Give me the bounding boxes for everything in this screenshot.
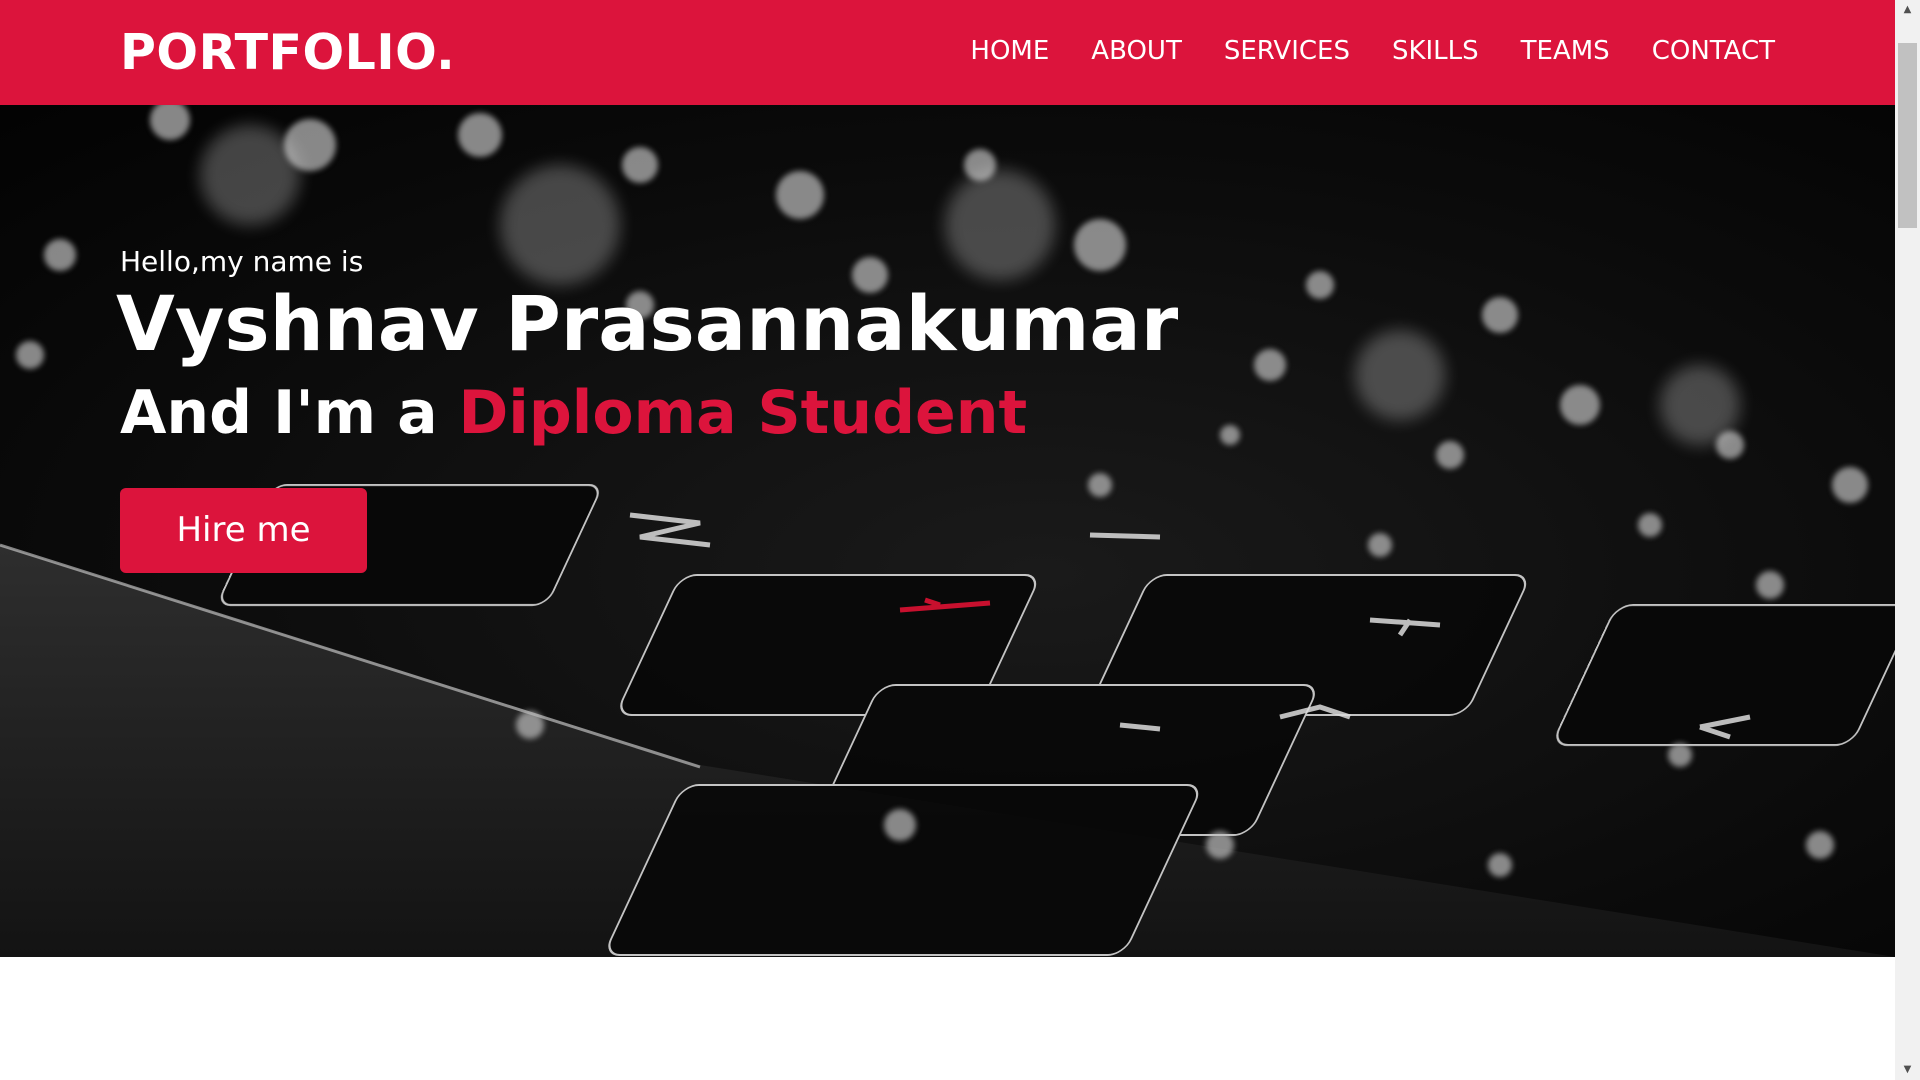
hero-greeting: Hello,my name is (120, 245, 364, 278)
hire-me-button[interactable]: Hire me (120, 487, 367, 573)
nav-item-teams: TEAMS (1521, 36, 1610, 66)
site-logo[interactable]: PORTFOLIO. (120, 24, 455, 81)
nav-link-contact[interactable]: CONTACT (1652, 36, 1775, 66)
scroll-up-arrow-icon[interactable]: ▲ (1895, 0, 1920, 20)
nav-menu: HOME ABOUT SERVICES SKILLS TEAMS CONTACT (970, 36, 1775, 66)
hero-name: Vyshnav Prasannakumar (116, 279, 1179, 368)
nav-item-skills: SKILLS (1392, 36, 1479, 66)
scrollbar-thumb[interactable] (1898, 43, 1917, 228)
nav-link-services[interactable]: SERVICES (1224, 36, 1350, 66)
hero-section: Hello,my name is Vyshnav Prasannakumar A… (0, 105, 1895, 957)
page: PORTFOLIO. HOME ABOUT SERVICES SKILLS TE… (0, 0, 1895, 1080)
nav-link-home[interactable]: HOME (970, 36, 1049, 66)
nav-link-skills[interactable]: SKILLS (1392, 36, 1479, 66)
hero-role: And I'm a Diploma Student (120, 378, 1178, 448)
nav-item-home: HOME (970, 36, 1049, 66)
hero-content: Hello,my name is Vyshnav Prasannakumar A… (116, 245, 1178, 573)
nav-item-about: ABOUT (1091, 36, 1182, 66)
nav-item-services: SERVICES (1224, 36, 1350, 66)
navbar: PORTFOLIO. HOME ABOUT SERVICES SKILLS TE… (0, 0, 1895, 105)
scroll-down-arrow-icon[interactable]: ▼ (1895, 1060, 1920, 1080)
nav-item-contact: CONTACT (1652, 36, 1775, 66)
hero-role-prefix: And I'm a (120, 377, 459, 448)
hero-role-highlight: Diploma Student (458, 377, 1028, 448)
page-scrollbar[interactable]: ▲ ▼ (1895, 0, 1920, 1080)
nav-link-about[interactable]: ABOUT (1091, 36, 1182, 66)
nav-link-teams[interactable]: TEAMS (1521, 36, 1610, 66)
